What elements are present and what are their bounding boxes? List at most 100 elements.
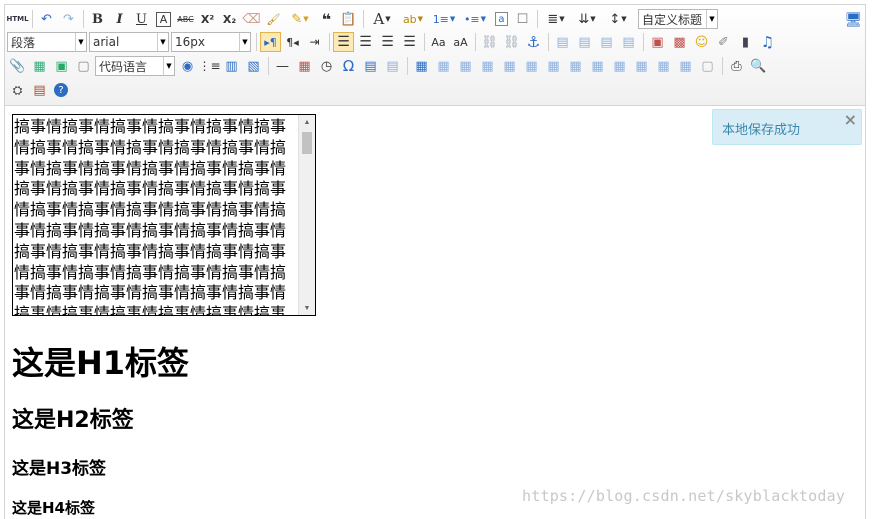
delete-col-icon[interactable]: ▦ <box>543 56 564 76</box>
redo-icon[interactable]: ↷ <box>58 9 79 29</box>
merge-down-icon[interactable]: ▦ <box>609 56 630 76</box>
map-icon[interactable]: ▦ <box>29 56 50 76</box>
insert-video-icon[interactable]: ▮ <box>735 32 756 52</box>
underline-button[interactable]: U <box>131 9 152 29</box>
split-to-cols-icon[interactable]: ▦ <box>675 56 696 76</box>
auto-typeset-icon[interactable]: ✎ ▼ <box>285 9 315 29</box>
code-block-scrollbar[interactable]: ▲ ▼ <box>298 115 315 315</box>
scroll-thumb[interactable] <box>302 132 312 154</box>
code-language-select[interactable]: 代码语言 ▼ <box>95 56 175 76</box>
code-block[interactable]: 搞事情搞事情搞事情搞事情搞事情搞事情搞事情搞事情搞事情搞事情搞事情搞事情搞事情搞… <box>12 114 316 316</box>
select-all-icon[interactable]: a <box>495 12 508 26</box>
background-icon[interactable]: ▧ <box>243 56 264 76</box>
line-height-icon[interactable]: ↕ ▼ <box>603 9 633 29</box>
help-icon[interactable]: ? <box>54 83 68 97</box>
search-replace-icon[interactable]: ⛭ <box>7 80 28 100</box>
unlink-icon[interactable]: ⛓ <box>501 32 522 52</box>
webapp-icon[interactable]: ◉ <box>177 56 198 76</box>
insert-frame-icon[interactable]: ▢ <box>73 56 94 76</box>
rtl-direction-icon[interactable]: ¶◂ <box>282 32 303 52</box>
horizontal-rule-icon[interactable]: — <box>272 56 293 76</box>
time-icon[interactable]: ◷ <box>316 56 337 76</box>
heading-h4: 这是H4标签 <box>12 499 95 517</box>
delete-row-icon[interactable]: ▦ <box>499 56 520 76</box>
insert-paragraph-before-table-icon[interactable]: ▦ <box>455 56 476 76</box>
align-center-icon[interactable]: ☰ <box>355 32 376 52</box>
chart-icon[interactable]: ▢ <box>697 56 718 76</box>
row-spacing-bottom-icon[interactable]: ⇊ ▼ <box>572 9 602 29</box>
blockquote-icon[interactable]: ❝ <box>316 9 337 29</box>
close-icon[interactable]: × <box>844 110 857 129</box>
image-float-left-icon[interactable]: ▤ <box>574 32 595 52</box>
print-icon[interactable]: ⎙ <box>726 56 747 76</box>
image-center-icon[interactable]: ▤ <box>618 32 639 52</box>
simple-upload-icon[interactable]: ▣ <box>647 32 668 52</box>
gmap-icon[interactable]: ▣ <box>51 56 72 76</box>
ordered-list-icon[interactable]: 1≡ ▼ <box>429 9 459 29</box>
scroll-up-icon[interactable]: ▲ <box>299 115 315 129</box>
draft-icon[interactable]: ▤ <box>29 80 50 100</box>
image-float-right-icon[interactable]: ▤ <box>596 32 617 52</box>
font-size-select[interactable]: 16px ▼ <box>171 32 251 52</box>
preview-monitor-icon[interactable]: 🖥 <box>843 10 864 30</box>
insert-row-icon[interactable]: ▦ <box>477 56 498 76</box>
insert-table-icon[interactable]: ▦ <box>411 56 432 76</box>
attachment-icon[interactable]: 📎 <box>7 56 28 76</box>
merge-right-icon[interactable]: ▦ <box>587 56 608 76</box>
separator <box>722 57 723 75</box>
subscript-button[interactable]: X₂ <box>219 9 240 29</box>
clear-doc-icon[interactable]: ☐ <box>512 9 533 29</box>
toolbar-row-1: HTML ↶ ↷ B I U A ABC X² X₂ ⌫ 🖌 ✎ ▼ ❝ 📋 A ▼… <box>6 8 720 30</box>
eraser-icon[interactable]: ⌫ <box>241 9 262 29</box>
separator <box>83 10 84 28</box>
uppercase-icon[interactable]: Aa <box>428 32 449 52</box>
font-family-select[interactable]: arial ▼ <box>89 32 169 52</box>
separator <box>548 33 549 51</box>
date-icon[interactable]: ▦ <box>294 56 315 76</box>
music-icon[interactable]: ♫ <box>757 32 778 52</box>
snapscreen-icon[interactable]: ▤ <box>382 56 403 76</box>
paste-plain-icon[interactable]: 📋 <box>338 9 359 29</box>
separator <box>268 57 269 75</box>
watermark: https://blog.csdn.net/skyblacktoday <box>522 487 846 505</box>
strikethrough-button[interactable]: ABC <box>175 9 196 29</box>
undo-icon[interactable]: ↶ <box>36 9 57 29</box>
split-to-cells-icon[interactable]: ▦ <box>631 56 652 76</box>
ltr-direction-icon[interactable]: ▸¶ <box>260 32 281 52</box>
insert-image-icon[interactable]: ▩ <box>669 32 690 52</box>
row-spacing-top-icon[interactable]: ≣ ▼ <box>541 9 571 29</box>
paragraph-format-select[interactable]: 段落 ▼ <box>7 32 87 52</box>
font-color-icon[interactable]: A ▼ <box>367 9 397 29</box>
wordimage-icon[interactable]: ▤ <box>360 56 381 76</box>
source-html-button[interactable]: HTML <box>6 9 28 29</box>
align-left-icon[interactable]: ☰ <box>333 32 354 52</box>
merge-cells-icon[interactable]: ▦ <box>565 56 586 76</box>
scrawl-icon[interactable]: ✐ <box>713 32 734 52</box>
unordered-list-icon[interactable]: •≡ ▼ <box>460 9 490 29</box>
image-float-none-icon[interactable]: ▤ <box>552 32 573 52</box>
anchor-icon[interactable]: ⚓ <box>523 32 544 52</box>
split-to-rows-icon[interactable]: ▦ <box>653 56 674 76</box>
pagebreak-icon[interactable]: ⋮≡ <box>198 56 220 76</box>
font-border-button[interactable]: A <box>156 11 171 27</box>
custom-title-select[interactable]: 自定义标题 ▼ <box>638 9 718 29</box>
align-right-icon[interactable]: ☰ <box>377 32 398 52</box>
delete-table-icon[interactable]: ▦ <box>433 56 454 76</box>
superscript-button[interactable]: X² <box>197 9 218 29</box>
format-brush-icon[interactable]: 🖌 <box>263 9 284 29</box>
bold-button[interactable]: B <box>87 9 108 29</box>
insert-col-icon[interactable]: ▦ <box>521 56 542 76</box>
code-block-text: 搞事情搞事情搞事情搞事情搞事情搞事情搞事情搞事情搞事情搞事情搞事情搞事情搞事情搞… <box>14 117 287 316</box>
scroll-down-icon[interactable]: ▼ <box>299 301 315 315</box>
align-justify-icon[interactable]: ☰ <box>399 32 420 52</box>
link-icon[interactable]: ⛓ <box>479 32 500 52</box>
italic-button[interactable]: I <box>109 9 130 29</box>
indent-icon[interactable]: ⇥ <box>304 32 325 52</box>
highlight-color-icon[interactable]: ab ▼ <box>398 9 428 29</box>
lowercase-icon[interactable]: aA <box>450 32 471 52</box>
heading-h1: 这是H1标签 <box>12 344 190 382</box>
emotion-icon[interactable]: ☺ <box>691 32 712 52</box>
template-icon[interactable]: ▥ <box>221 56 242 76</box>
preview-icon[interactable]: 🔍 <box>748 56 769 76</box>
special-chars-icon[interactable]: Ω <box>338 56 359 76</box>
